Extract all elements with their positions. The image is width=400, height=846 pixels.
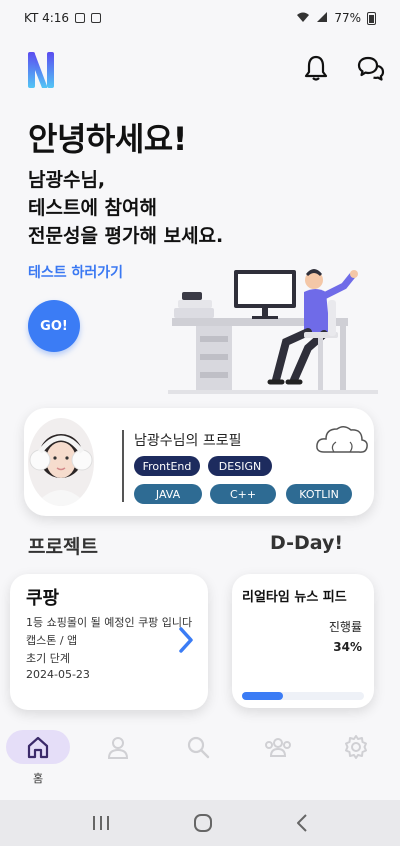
nav-settings[interactable] (324, 730, 388, 786)
progress-value: 34% (333, 640, 362, 654)
nav-community-bubble (246, 730, 310, 764)
user-icon (107, 737, 129, 759)
search-icon (187, 736, 210, 759)
progress-label: 진행률 (328, 620, 362, 634)
greeting-line-1: 남광수님, (28, 169, 106, 191)
project-type: 캡스톤 / 앱 (26, 634, 78, 647)
system-nav-bar (0, 800, 400, 846)
recent-apps-icon[interactable] (91, 814, 111, 832)
screenshot-icon (75, 13, 86, 23)
tag-frontend[interactable]: FrontEnd (134, 456, 200, 476)
status-right: 77% (296, 11, 376, 26)
notification-icon (91, 13, 102, 23)
signal-icon (316, 11, 328, 26)
profile-card[interactable]: 남광수님의 프로필 FrontEnd DESIGN JAVA C++ KOTLI… (24, 408, 374, 516)
app-logo[interactable] (28, 50, 54, 90)
go-to-test-link[interactable]: 테스트 하러가기 (28, 262, 123, 282)
chevron-right-icon[interactable] (176, 626, 196, 654)
project-date: 2024-05-23 (26, 668, 90, 681)
greeting-line-2: 테스트에 참여해 (28, 197, 157, 219)
nav-community[interactable] (246, 730, 310, 786)
nav-home[interactable]: 홈 (6, 730, 70, 786)
avatar[interactable] (28, 418, 94, 506)
back-icon[interactable] (295, 813, 309, 833)
project-description: 1등 쇼핑몰이 될 예정인 쿠팡 입니다 (26, 616, 193, 629)
chat-icon[interactable] (356, 54, 386, 82)
wifi-icon (296, 11, 310, 26)
project-stage: 초기 단계 (26, 652, 70, 665)
nav-search-bubble (166, 730, 230, 764)
nav-profile-bubble (86, 730, 150, 764)
profile-title: 남광수님의 프로필 (134, 433, 242, 449)
tag-cpp[interactable]: C++ (210, 484, 276, 504)
tag-java[interactable]: JAVA (134, 484, 202, 504)
nav-profile[interactable] (86, 730, 150, 786)
profile-divider (122, 430, 124, 502)
dday-heading: D-Day! (270, 532, 344, 554)
battery-icon (367, 11, 376, 25)
news-feed-title: 리얼타임 뉴스 피드 (242, 590, 347, 605)
status-left: KT 4:16 (24, 11, 102, 25)
app-header (0, 40, 400, 96)
project-card[interactable]: 쿠팡 1등 쇼핑몰이 될 예정인 쿠팡 입니다 캡스톤 / 앱 초기 단계 20… (10, 574, 208, 710)
bottom-nav: 홈 (0, 724, 400, 794)
go-button[interactable]: GO! (28, 300, 80, 352)
greeting-subtitle: 남광수님, 테스트에 참여해 전문성을 평가해 보세요. (28, 166, 223, 250)
projects-heading: 프로젝트 (28, 536, 98, 558)
greeting-title: 안녕하세요! (28, 120, 187, 158)
greeting-line-3: 전문성을 평가해 보세요. (28, 225, 224, 247)
carrier-time: KT 4:16 (24, 11, 70, 25)
nav-settings-bubble (324, 730, 388, 764)
news-feed-card[interactable]: 리얼타임 뉴스 피드 진행률 34% (232, 574, 374, 708)
desk-illustration (168, 269, 378, 394)
status-bar: KT 4:16 77% (0, 0, 400, 36)
bell-icon[interactable] (302, 54, 330, 82)
nav-home-bubble (6, 730, 70, 764)
nav-home-label: 홈 (32, 772, 44, 785)
nav-search[interactable] (166, 730, 230, 786)
gear-icon (345, 735, 367, 759)
progress-bar (242, 692, 364, 700)
tag-kotlin[interactable]: KOTLIN (286, 484, 352, 504)
project-name: 쿠팡 (26, 588, 60, 609)
progress-bar-fill (242, 692, 284, 700)
cloud-icon (316, 426, 368, 453)
home-button-icon[interactable] (193, 813, 213, 833)
group-icon (265, 738, 291, 757)
tag-design[interactable]: DESIGN (208, 456, 272, 476)
battery-level: 77% (334, 11, 361, 25)
home-icon (27, 736, 49, 759)
